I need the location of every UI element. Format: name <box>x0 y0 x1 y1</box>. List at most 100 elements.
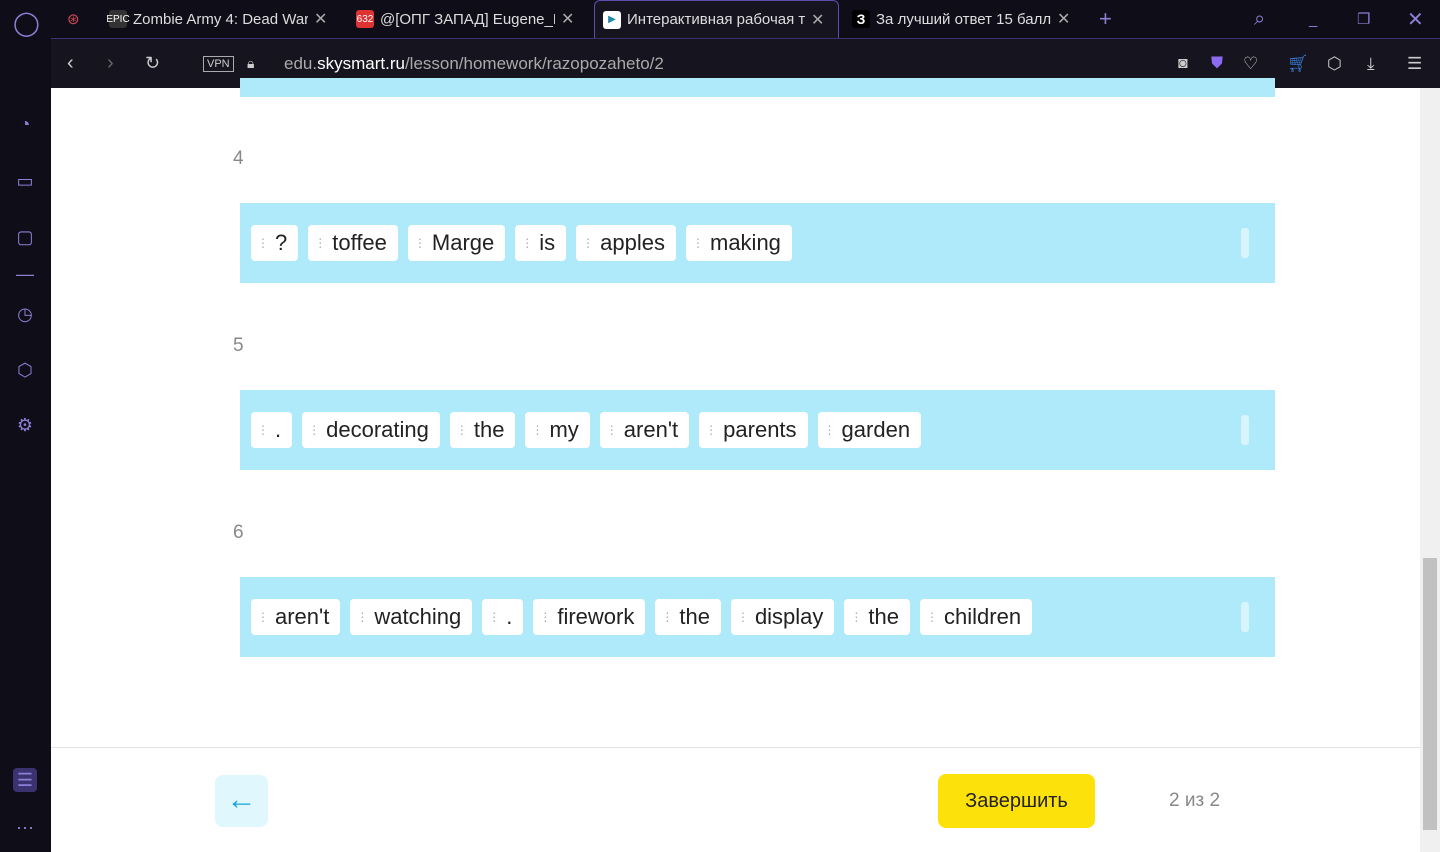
close-window-button[interactable]: ✕ <box>1399 0 1424 38</box>
word-chip[interactable]: ⋮ parents <box>699 412 808 448</box>
close-icon[interactable]: ✕ <box>1057 9 1070 29</box>
word-label: firework <box>557 604 635 629</box>
word-chip[interactable]: ⋮ Marge <box>407 225 506 261</box>
word-chip[interactable]: ⋮ aren't <box>251 599 341 635</box>
tab[interactable]: З За лучший ответ 15 баллов ✕ <box>844 0 1070 38</box>
easy-setup-icon[interactable]: ☰ <box>1407 54 1422 74</box>
tab[interactable]: 632 @[ОПГ ЗАПАД] Eugene_De ✕ <box>348 0 574 38</box>
more-icon[interactable]: ⋯ <box>13 816 37 840</box>
finish-button[interactable]: Завершить <box>938 774 1095 828</box>
epic-icon: EPIC <box>106 10 130 28</box>
word-label: is <box>539 230 556 255</box>
drag-handle-icon[interactable]: ⋮ <box>456 423 468 437</box>
tab-title: Интерактивная рабочая тетрадь <box>627 11 805 28</box>
divider: — <box>16 264 34 284</box>
settings-icon[interactable]: ⚙ <box>13 413 37 437</box>
word-chip[interactable]: ⋮ the <box>655 599 721 635</box>
word-label: . <box>275 417 282 442</box>
word-label: toffee <box>332 230 387 255</box>
word-chip[interactable]: ⋮ the <box>844 599 911 635</box>
workspace-icon[interactable]: ☰ <box>13 768 37 792</box>
forward-icon[interactable]: › <box>107 52 114 75</box>
drag-handle-icon[interactable]: ⋮ <box>314 236 326 250</box>
word-chip[interactable]: ⋮ making <box>686 225 792 261</box>
word-chip[interactable]: ⋮ garden <box>817 412 922 448</box>
opera-logo-icon[interactable]: ◯ <box>13 12 40 36</box>
word-label: children <box>944 604 1022 629</box>
drag-handle-icon[interactable]: ⋮ <box>661 610 673 624</box>
scrollbar-thumb[interactable] <box>1423 558 1437 830</box>
word-label: the <box>868 604 900 629</box>
drag-handle-icon[interactable]: ⋮ <box>488 610 500 624</box>
drag-handle-icon[interactable]: ⋮ <box>356 610 368 624</box>
close-icon[interactable]: ✕ <box>314 9 327 29</box>
new-tab-button[interactable]: + <box>1091 0 1112 38</box>
reload-icon[interactable]: ↻ <box>145 53 160 74</box>
speed-dial-icon[interactable]: ◔ <box>13 112 37 136</box>
drag-handle-icon[interactable]: ⋮ <box>257 423 269 437</box>
word-drop-zone[interactable]: ⋮. ⋮ decorating ⋮ the ⋮ my ⋮ aren't ⋮ parents ⋮ gard… <box>240 390 1275 470</box>
minimize-button[interactable]: _ <box>1301 0 1317 38</box>
drag-handle-icon[interactable]: ⋮ <box>850 610 862 624</box>
word-chip[interactable]: ⋮ aren't <box>599 412 690 448</box>
camera-icon[interactable]: ◙ <box>1178 55 1188 73</box>
word-chip[interactable]: ⋮ children <box>920 599 1033 635</box>
lock-icon: 🔒︎ <box>247 55 255 71</box>
drag-handle-icon[interactable]: ⋮ <box>521 236 533 250</box>
box-icon[interactable]: ⬡ <box>13 358 37 382</box>
restore-button[interactable]: ❐ <box>1349 0 1370 38</box>
word-chip[interactable]: ⋮ watching <box>350 599 473 635</box>
word-chip[interactable]: ⋮ firework <box>533 599 646 635</box>
shield-icon[interactable]: ⛊ <box>1211 55 1223 73</box>
word-chip[interactable]: ⋮ is <box>515 225 567 261</box>
close-icon[interactable]: ✕ <box>811 10 824 30</box>
vk-icon: 632 <box>356 10 374 28</box>
word-drop-zone[interactable]: ⋮ aren't ⋮ watching ⋮. ⋮ firework ⋮ the ⋮ display ⋮… <box>240 577 1275 657</box>
back-button[interactable]: ← <box>215 775 268 827</box>
search-icon[interactable]: ⌕ <box>1246 0 1265 38</box>
tab[interactable]: EPIC Zombie Army 4: Dead War ✕ <box>101 0 327 38</box>
gaming-icon[interactable]: ⊛ <box>59 0 80 38</box>
word-chip[interactable]: ⋮ decorating <box>302 412 440 448</box>
drag-handle-icon[interactable]: ⋮ <box>606 423 618 437</box>
drag-handle-icon[interactable]: ⋮ <box>414 236 426 250</box>
close-icon[interactable]: ✕ <box>561 9 574 29</box>
download-icon[interactable]: ⤓ <box>1367 54 1375 74</box>
word-chip[interactable]: ⋮ toffee <box>308 225 398 261</box>
heart-icon[interactable]: ♡ <box>1243 54 1258 74</box>
drag-handle-icon[interactable]: ⋮ <box>257 610 269 624</box>
drag-handle-icon[interactable]: ⋮ <box>308 423 320 437</box>
word-label: watching <box>374 604 462 629</box>
url-field[interactable]: edu.skysmart.ru/lesson/homework/razopoza… <box>284 54 664 74</box>
drag-handle-icon[interactable]: ⋮ <box>824 423 836 437</box>
history-icon[interactable]: ◷ <box>13 302 37 326</box>
tab-active[interactable]: ▶ Интерактивная рабочая тетрадь ✕ <box>594 0 839 38</box>
word-chip[interactable]: ⋮? <box>251 225 299 261</box>
word-chip[interactable]: ⋮ apples <box>576 225 676 261</box>
word-drop-zone[interactable]: ⋮? ⋮ toffee ⋮ Marge ⋮ is ⋮ apples ⋮ making <box>240 203 1275 283</box>
word-chip[interactable]: ⋮ my <box>525 412 590 448</box>
word-label: ? <box>275 230 288 255</box>
drag-handle-icon[interactable]: ⋮ <box>737 610 749 624</box>
back-icon[interactable]: ‹ <box>67 52 74 75</box>
scrollbar[interactable] <box>1420 88 1440 852</box>
cube-icon[interactable]: ⬡ <box>1327 54 1342 74</box>
word-chip[interactable]: ⋮ the <box>449 412 516 448</box>
word-chip[interactable]: ⋮. <box>251 412 293 448</box>
cart-icon[interactable]: 🛒︎ <box>1287 54 1309 74</box>
sidebar: ◯ ◔ ▭ ▢ — ◷ ⬡ ⚙ ☰ ⋯ <box>0 0 51 852</box>
twitch-icon[interactable]: ▢ <box>13 225 37 249</box>
word-chip[interactable]: ⋮ display <box>730 599 835 635</box>
bag-icon[interactable]: ▭ <box>13 169 37 193</box>
drag-handle-icon[interactable]: ⋮ <box>531 423 543 437</box>
drag-handle-icon[interactable]: ⋮ <box>582 236 594 250</box>
vpn-badge[interactable]: VPN <box>203 55 234 72</box>
resize-handle <box>1241 228 1249 258</box>
drag-handle-icon[interactable]: ⋮ <box>257 236 269 250</box>
drag-handle-icon[interactable]: ⋮ <box>539 610 551 624</box>
word-chip[interactable]: ⋮. <box>482 599 524 635</box>
drag-handle-icon[interactable]: ⋮ <box>926 610 938 624</box>
drag-handle-icon[interactable]: ⋮ <box>705 423 717 437</box>
drag-handle-icon[interactable]: ⋮ <box>692 236 704 250</box>
tab-bar: ⊛ EPIC Zombie Army 4: Dead War ✕ 632 @[ОПГ … <box>51 0 1440 38</box>
